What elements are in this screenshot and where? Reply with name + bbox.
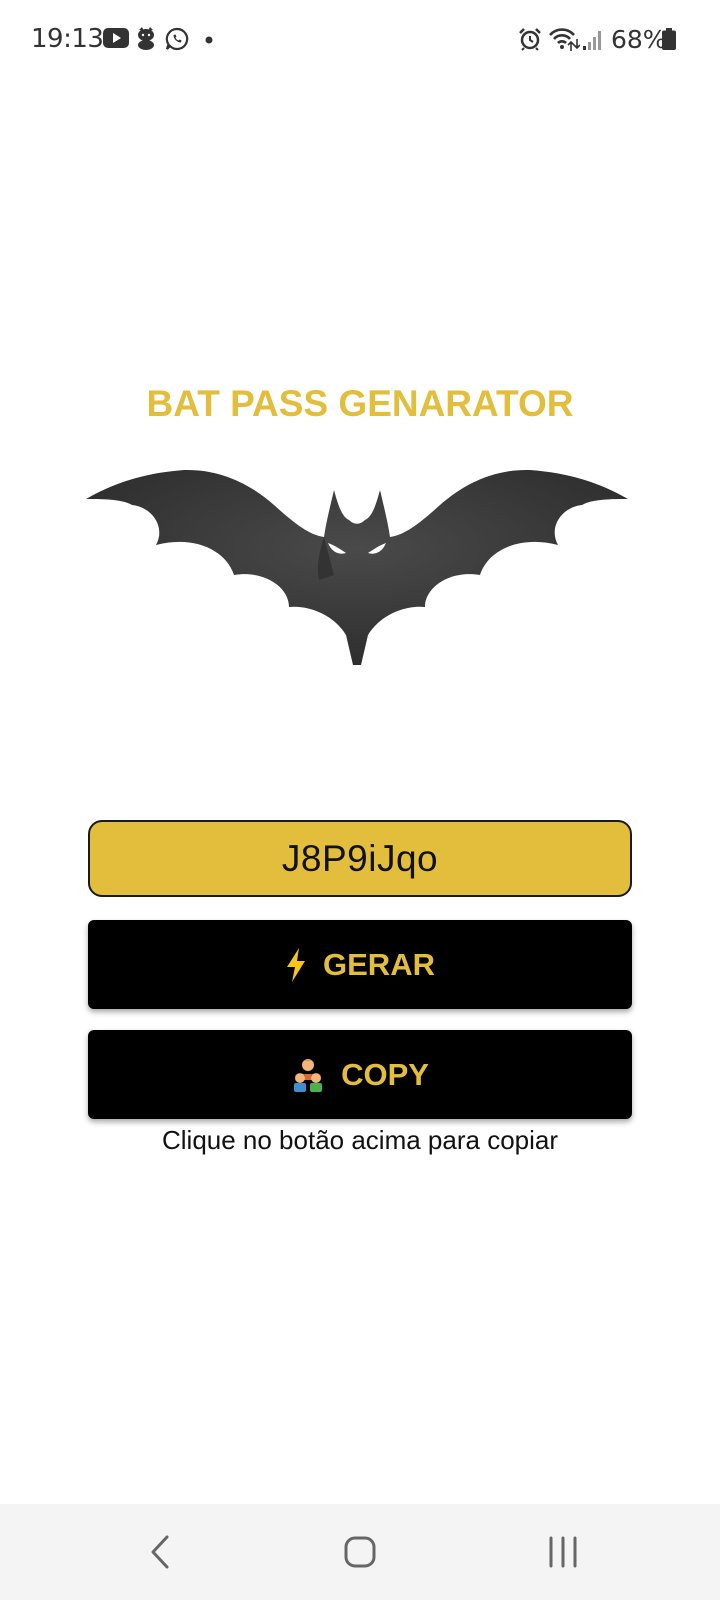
hello-kitty-icon	[138, 27, 154, 50]
generate-button-label: GERAR	[323, 946, 435, 982]
copy-button-label: COPY	[341, 1056, 429, 1092]
back-icon	[151, 1535, 169, 1569]
home-icon	[344, 1536, 376, 1568]
copy-button[interactable]: COPY	[88, 1030, 632, 1119]
alarm-icon	[519, 28, 541, 51]
signal-icon	[583, 31, 601, 50]
app-screen: 19:13 68% BAT PASS GENARATOR J8P9iJqo GE…	[0, 0, 720, 1600]
lightning-icon	[285, 947, 307, 982]
whatsapp-icon	[165, 27, 189, 51]
wifi-icon	[549, 28, 580, 51]
navigation-bar	[0, 1504, 720, 1600]
home-button[interactable]	[330, 1526, 390, 1578]
battery-icon	[662, 28, 676, 50]
back-button[interactable]	[130, 1526, 190, 1578]
status-bar: 19:13 68%	[0, 0, 720, 80]
dot-icon	[205, 36, 213, 44]
battery-percent: 68%	[611, 25, 667, 54]
bat-icon	[86, 469, 628, 665]
generate-button[interactable]: GERAR	[88, 920, 632, 1009]
people-icon	[291, 1058, 325, 1092]
status-time: 19:13	[31, 24, 104, 54]
copy-hint: Clique no botão acima para copiar	[161, 1125, 559, 1155]
recents-button[interactable]	[533, 1526, 593, 1578]
app-title: BAT PASS GENARATOR	[146, 383, 574, 424]
password-display: J8P9iJqo	[88, 820, 632, 897]
recents-icon	[549, 1536, 577, 1568]
youtube-icon	[103, 28, 129, 48]
